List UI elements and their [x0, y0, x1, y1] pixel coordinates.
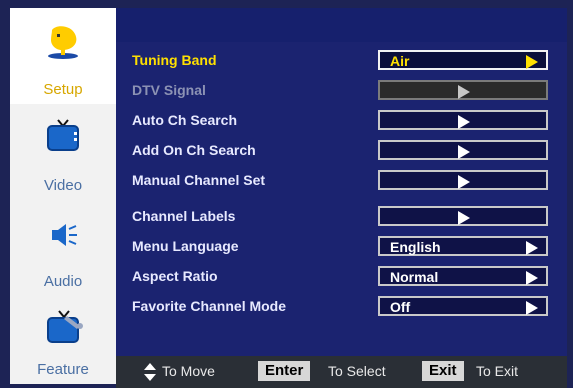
select-hint: To Select — [328, 363, 386, 379]
sidebar-item-feature[interactable]: Feature — [10, 296, 117, 384]
sidebar-item-label: Audio — [43, 273, 83, 290]
menu-row-favorite-channel-mode[interactable]: Favorite Channel Mode Off — [116, 294, 567, 322]
menu-row-value-box[interactable] — [378, 206, 548, 226]
menu-row-aspect-ratio[interactable]: Aspect Ratio Normal — [116, 264, 567, 292]
right-arrow-icon — [458, 211, 470, 225]
sidebar-item-label: Feature — [37, 361, 89, 378]
exit-hint: To Exit — [476, 363, 519, 379]
up-down-arrow-icon — [144, 363, 156, 381]
right-arrow-icon — [458, 175, 470, 189]
tv-menu-screen: Setup Video Audio Feature Tuning Band Ai… — [0, 0, 573, 388]
menu-row-tuning-band[interactable]: Tuning Band Air — [116, 48, 567, 76]
feature-tv-wrench-icon — [43, 308, 83, 353]
sidebar-item-label: Video — [43, 177, 83, 194]
menu-row-dtv-signal[interactable]: DTV Signal — [116, 78, 567, 106]
menu-row-label: Tuning Band — [132, 52, 217, 68]
menu-row-label: Auto Ch Search — [132, 112, 238, 128]
menu-row-value-box[interactable]: English — [378, 236, 548, 256]
menu-row-value: Off — [390, 299, 411, 315]
menu-row-value-box[interactable] — [378, 110, 548, 130]
menu-row-label: DTV Signal — [132, 82, 206, 98]
menu-row-label: Manual Channel Set — [132, 172, 266, 188]
sidebar-item-video[interactable]: Video — [10, 104, 117, 200]
menu-row-label: Favorite Channel Mode — [132, 298, 287, 314]
move-hint: To Move — [162, 363, 215, 379]
menu-row-label: Menu Language — [132, 238, 239, 254]
menu-row-add-on-ch-search[interactable]: Add On Ch Search — [116, 138, 567, 166]
menu-row-value-box[interactable] — [378, 80, 548, 100]
enter-key: Enter — [258, 361, 311, 381]
menu-row-value: English — [390, 239, 441, 255]
tv-icon — [46, 118, 80, 159]
menu-row-value-box[interactable] — [378, 140, 548, 160]
right-arrow-icon — [526, 241, 538, 255]
menu-row-value-box[interactable]: Off — [378, 296, 548, 316]
sidebar: Setup Video Audio Feature — [10, 8, 117, 384]
right-arrow-icon — [526, 301, 538, 315]
menu-row-value-box[interactable] — [378, 170, 548, 190]
menu-row-value: Normal — [390, 269, 439, 285]
sidebar-item-label: Setup — [43, 81, 83, 98]
menu-row-label: Add On Ch Search — [132, 142, 256, 158]
right-arrow-icon — [458, 145, 470, 159]
menu-row-value: Air — [390, 53, 410, 69]
footer-hints: To Move Enter To Select Exit To Exit — [116, 356, 567, 388]
right-arrow-icon — [458, 85, 470, 99]
menu-row-label: Channel Labels — [132, 208, 236, 224]
menu-row-menu-language[interactable]: Menu Language English — [116, 234, 567, 262]
menu-row-value-box[interactable]: Air — [378, 50, 548, 70]
menu-row-auto-ch-search[interactable]: Auto Ch Search — [116, 108, 567, 136]
sidebar-item-audio[interactable]: Audio — [10, 200, 117, 296]
menu-row-label: Aspect Ratio — [132, 268, 218, 284]
menu-row-value-box[interactable]: Normal — [378, 266, 548, 286]
menu-panel: Tuning Band Air DTV Signal Auto Ch Searc… — [116, 8, 567, 356]
exit-key: Exit — [422, 361, 464, 381]
menu-top-strip — [116, 8, 567, 42]
speaker-icon — [46, 220, 80, 255]
sidebar-item-setup[interactable]: Setup — [10, 8, 117, 104]
right-arrow-icon — [526, 55, 538, 69]
right-arrow-icon — [526, 271, 538, 285]
menu-row-channel-labels[interactable]: Channel Labels — [116, 204, 567, 232]
right-arrow-icon — [458, 115, 470, 129]
setup-icon — [46, 24, 80, 65]
menu-row-manual-channel-set[interactable]: Manual Channel Set — [116, 168, 567, 196]
